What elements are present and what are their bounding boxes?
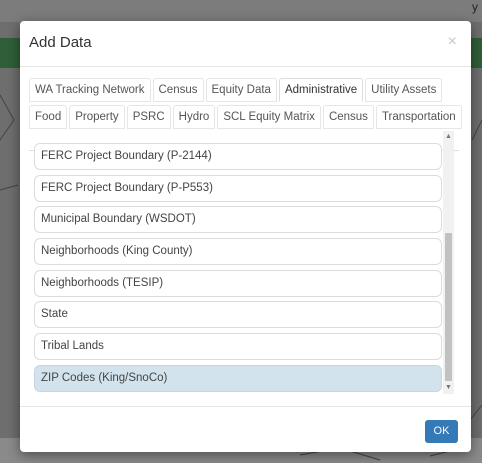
layer-item-ferc-p2144[interactable]: FERC Project Boundary (P-2144) — [34, 143, 442, 170]
layer-item-state[interactable]: State — [34, 301, 442, 328]
tab-census[interactable]: Census — [152, 78, 204, 102]
layer-item-tribal-lands[interactable]: Tribal Lands — [34, 333, 442, 360]
close-icon[interactable]: × — [448, 33, 457, 51]
tab-administrative[interactable]: Administrative — [278, 78, 364, 102]
dialog-header: Add Data × — [20, 21, 471, 67]
layer-item-neighborhoods-king[interactable]: Neighborhoods (King County) — [34, 238, 442, 265]
tab-transportation[interactable]: Transportation — [375, 105, 462, 129]
tab-utility-assets[interactable]: Utility Assets — [365, 78, 443, 102]
tab-wa-tracking-network[interactable]: WA Tracking Network — [29, 78, 151, 102]
tab-hydro[interactable]: Hydro — [172, 105, 216, 129]
tab-property[interactable]: Property — [69, 105, 125, 129]
dialog-title: Add Data — [29, 34, 92, 51]
layer-list-scrollbar[interactable]: ▲ ▼ — [443, 131, 454, 394]
layer-item-municipal-boundary[interactable]: Municipal Boundary (WSDOT) — [34, 206, 442, 233]
tab-scl-equity-matrix[interactable]: SCL Equity Matrix — [217, 105, 321, 129]
tab-psrc[interactable]: PSRC — [126, 105, 171, 129]
tab-row-1: WA Tracking Network Census Equity Data Admi… — [29, 78, 444, 102]
tab-row-2: Food Property PSRC Hydro SCL Equity Matrix Ce… — [29, 105, 464, 129]
layer-item-zip-codes[interactable]: ZIP Codes (King/SnoCo) — [34, 365, 442, 392]
layer-item-neighborhoods-tesip[interactable]: Neighborhoods (TESIP) — [34, 270, 442, 297]
layer-item-ferc-pp553[interactable]: FERC Project Boundary (P-P553) — [34, 175, 442, 202]
dialog-footer: OK — [20, 406, 471, 452]
scrollbar-thumb[interactable] — [445, 233, 452, 381]
scroll-up-icon[interactable]: ▲ — [443, 131, 454, 143]
scroll-down-icon[interactable]: ▼ — [443, 382, 454, 394]
layer-list: FERC Project Boundary (P-2144) FERC Proj… — [29, 131, 470, 396]
ok-button[interactable]: OK — [425, 420, 458, 443]
tab-food[interactable]: Food — [29, 105, 68, 129]
tab-equity-data[interactable]: Equity Data — [205, 78, 277, 102]
tab-census-2[interactable]: Census — [322, 105, 374, 129]
background-text: y — [472, 0, 478, 14]
